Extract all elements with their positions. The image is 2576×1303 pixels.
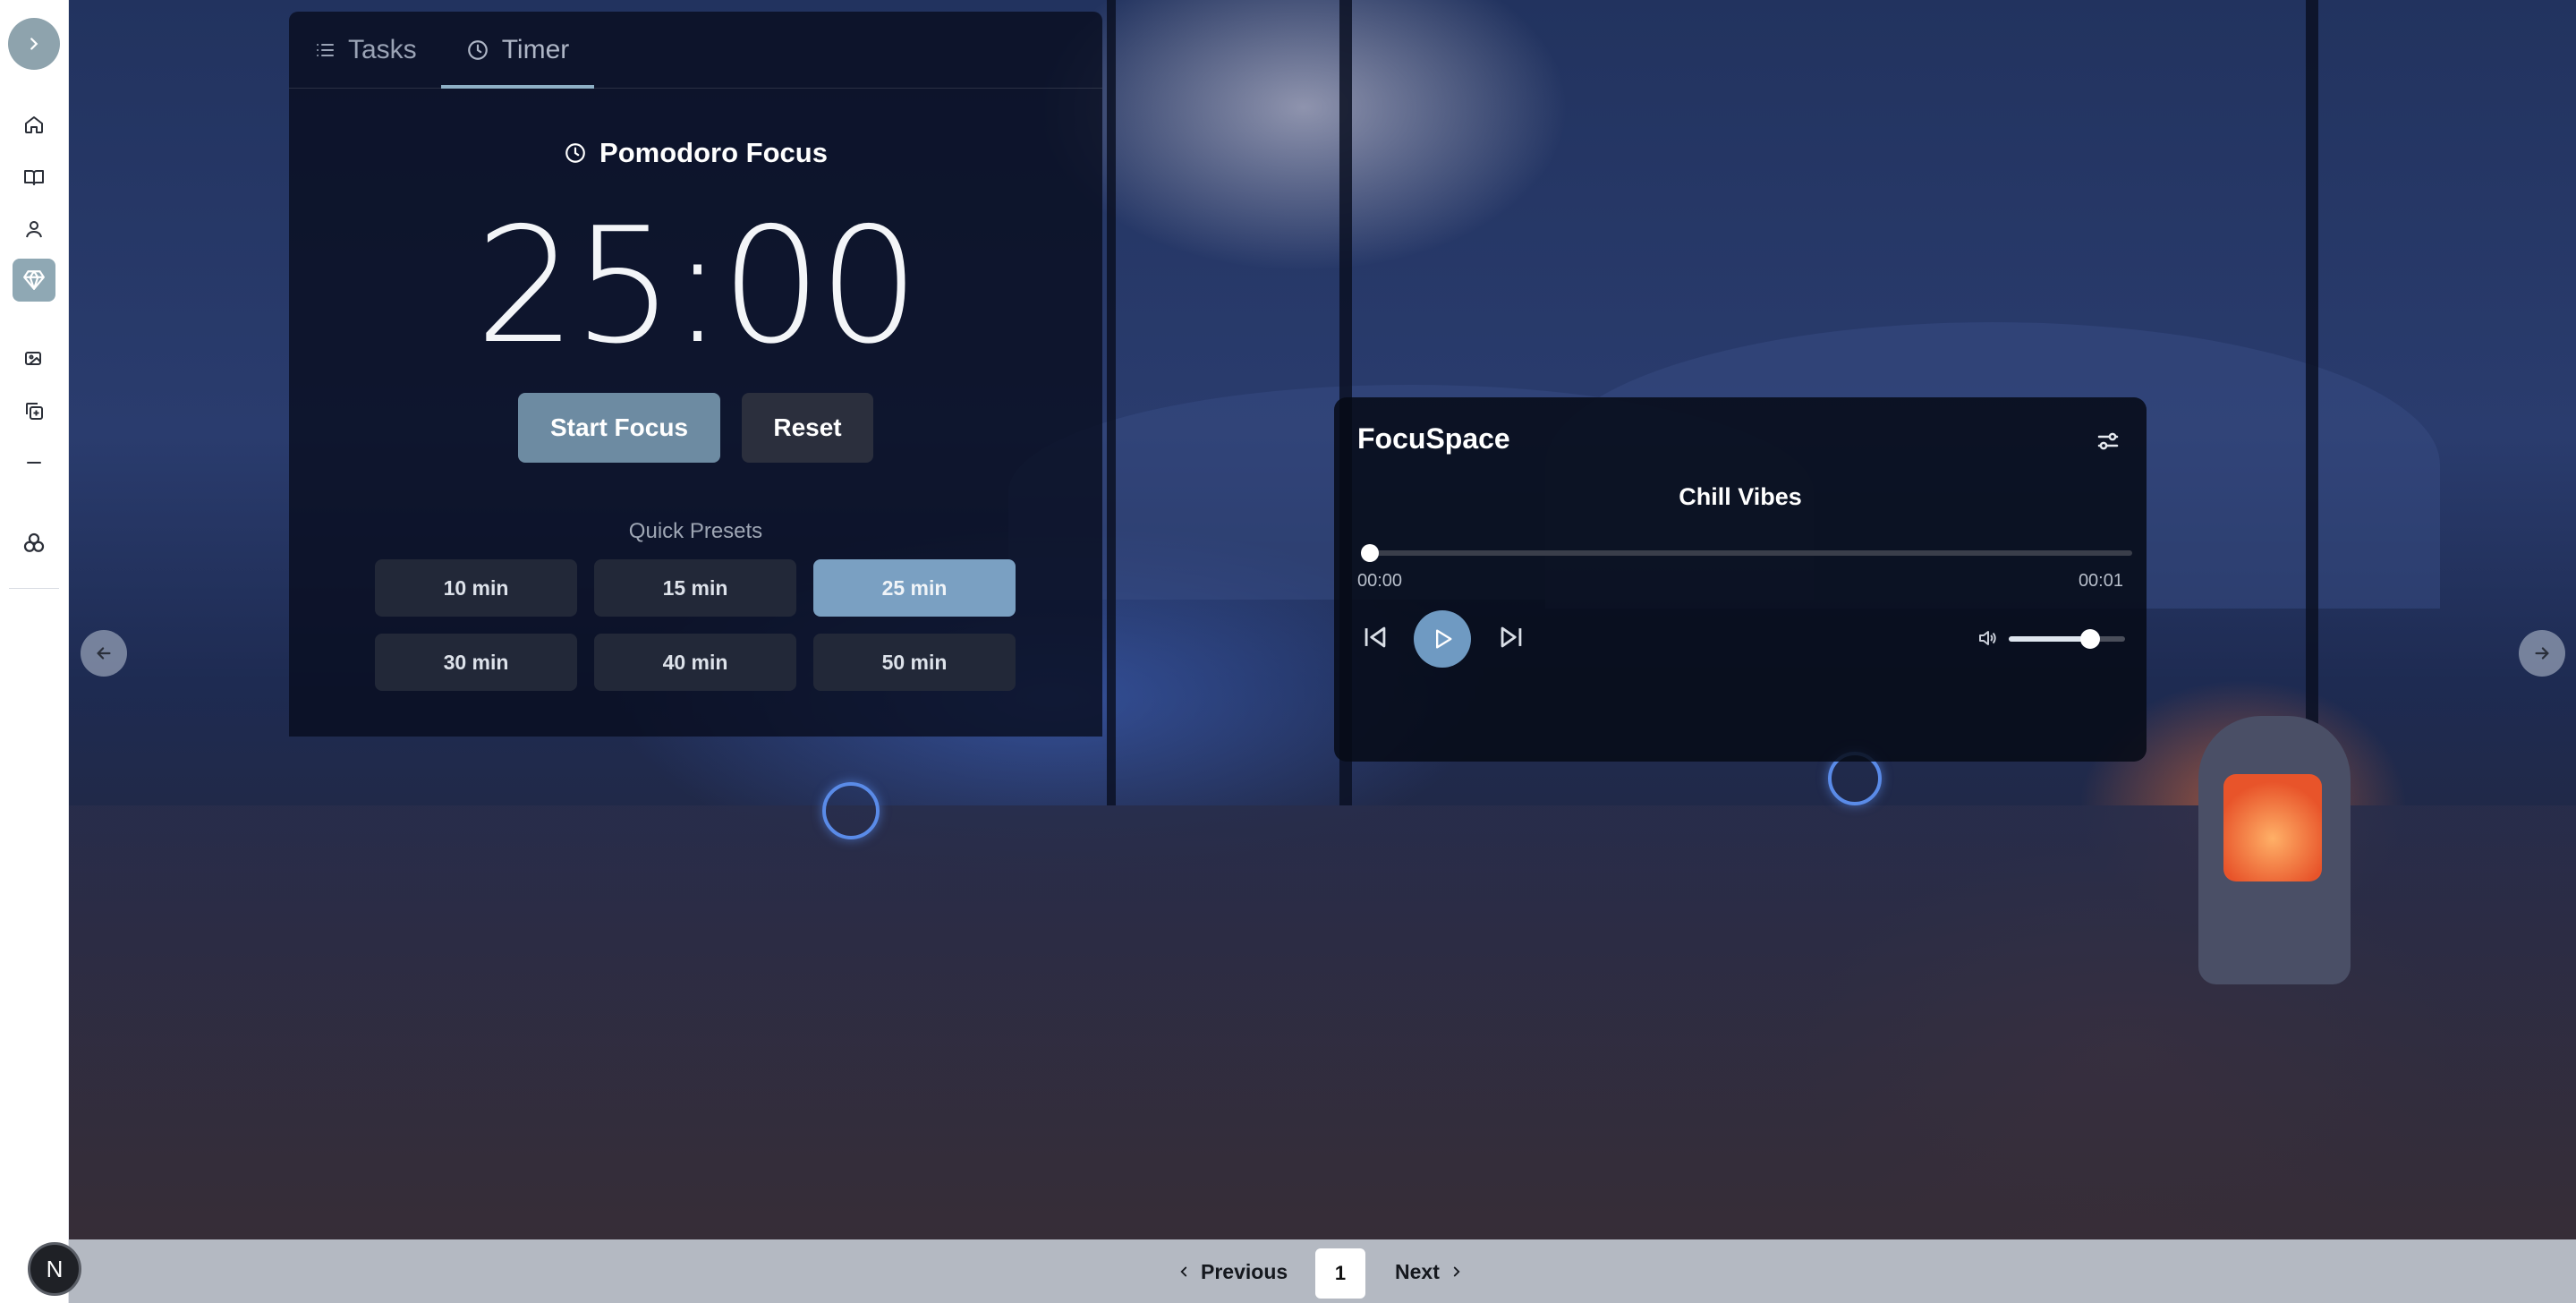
preset-40-min[interactable]: 40 min	[594, 634, 796, 691]
music-player: FocuSpace Chill Vibes 00:00 00:01	[1334, 397, 2147, 762]
previous-page-label: Previous	[1201, 1259, 1288, 1283]
window-frame	[1107, 0, 1116, 805]
progress-handle[interactable]	[1361, 544, 1379, 562]
pagination-bar: Previous 1 Next	[69, 1239, 2576, 1303]
timer-panel: Tasks Timer Pomodoro Focus 25:00 Start F…	[289, 12, 1102, 737]
preset-10-min[interactable]: 10 min	[375, 559, 577, 617]
page-number-button[interactable]: 1	[1315, 1248, 1365, 1299]
progress-bar[interactable]	[1366, 550, 2132, 556]
previous-page-button[interactable]: Previous	[1176, 1252, 1288, 1291]
timer-title: Pomodoro Focus	[289, 137, 1102, 169]
play-button[interactable]	[1414, 610, 1471, 668]
carousel-prev-button[interactable]	[81, 630, 127, 677]
player-settings-button[interactable]	[2095, 428, 2121, 459]
volume-icon	[1979, 631, 1996, 645]
tab-tasks[interactable]: Tasks	[314, 12, 417, 89]
panel-tabs: Tasks Timer	[289, 12, 1102, 89]
next-track-button[interactable]	[1493, 619, 1529, 655]
sidebar-item-integrations[interactable]	[13, 522, 55, 565]
total-time: 00:01	[2078, 571, 2123, 591]
sidebar-item-premium[interactable]	[13, 259, 55, 302]
sidebar-expand-button[interactable]	[8, 18, 60, 70]
user-icon	[26, 221, 42, 238]
elapsed-time: 00:00	[1357, 571, 1403, 591]
window-frame	[2306, 0, 2318, 805]
volume-slider[interactable]	[2009, 636, 2125, 642]
sidebar	[0, 0, 69, 1303]
clock-icon	[565, 143, 585, 163]
stove-fire	[2223, 774, 2322, 881]
skip-back-icon	[1365, 626, 1386, 648]
sliders-icon	[2097, 432, 2119, 450]
sidebar-item-add[interactable]	[13, 389, 55, 432]
preset-25-min[interactable]: 25 min	[813, 559, 1016, 617]
preset-30-min[interactable]: 30 min	[375, 634, 577, 691]
minus-icon	[27, 462, 41, 464]
preset-15-min[interactable]: 15 min	[594, 559, 796, 617]
user-avatar[interactable]: N	[28, 1242, 81, 1296]
tab-timer[interactable]: Timer	[441, 12, 594, 89]
track-name: Chill Vibes	[1679, 483, 1802, 510]
sidebar-item-profile[interactable]	[13, 208, 55, 251]
preset-50-min[interactable]: 50 min	[813, 634, 1016, 691]
start-focus-button[interactable]: Start Focus	[518, 393, 720, 463]
sidebar-item-home[interactable]	[13, 103, 55, 146]
sidebar-item-library[interactable]	[13, 156, 55, 199]
arrow-left-icon	[97, 647, 111, 660]
carousel-next-button[interactable]	[2519, 630, 2565, 677]
quick-presets-label: Quick Presets	[628, 519, 763, 543]
sidebar-item-minimize[interactable]	[13, 441, 55, 484]
chevron-left-icon	[1180, 1266, 1187, 1277]
previous-track-button[interactable]	[1357, 619, 1393, 655]
next-page-button[interactable]: Next	[1395, 1252, 1465, 1291]
trefoil-icon	[23, 532, 45, 552]
avatar-initial: N	[46, 1255, 64, 1282]
clock-icon	[467, 40, 488, 60]
skip-forward-icon	[1501, 626, 1522, 648]
reset-button[interactable]: Reset	[742, 393, 873, 463]
timer-countdown: 25:00	[475, 193, 920, 379]
chevron-right-icon	[30, 38, 38, 50]
image-icon	[25, 352, 41, 365]
tab-timer-label: Timer	[501, 35, 570, 64]
sidebar-item-scenes[interactable]	[13, 337, 55, 380]
gem-icon	[23, 270, 45, 290]
volume-handle[interactable]	[2080, 629, 2100, 649]
book-open-icon	[24, 170, 44, 185]
timer-title-text: Pomodoro Focus	[599, 137, 828, 168]
play-icon	[1436, 629, 1452, 649]
volume-fill	[2009, 636, 2090, 642]
list-icon	[317, 44, 334, 56]
sidebar-divider	[9, 588, 59, 589]
next-page-label: Next	[1395, 1259, 1440, 1283]
copy-plus-icon	[26, 403, 43, 420]
volume-button[interactable]	[1974, 625, 2001, 652]
player-title: FocuSpace	[1357, 422, 1510, 455]
home-icon	[25, 116, 43, 133]
chevron-right-icon	[1453, 1266, 1460, 1277]
speaker-light	[822, 782, 880, 839]
arrow-right-icon	[2535, 647, 2549, 660]
tab-tasks-label: Tasks	[348, 35, 417, 64]
